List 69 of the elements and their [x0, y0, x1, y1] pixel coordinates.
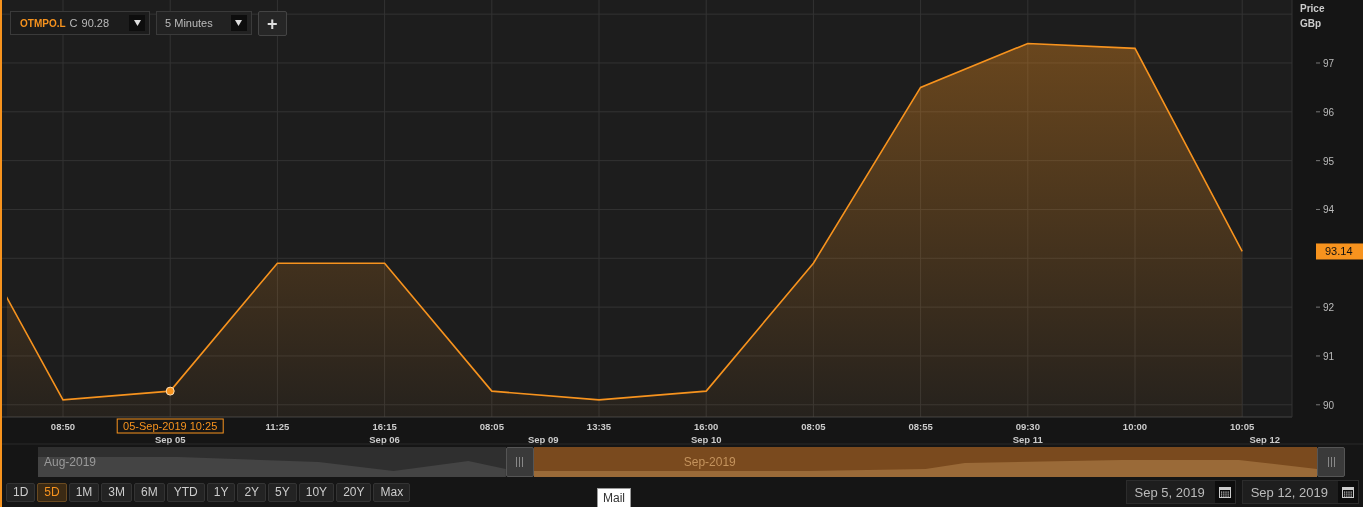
date-label: Sep 05	[154, 434, 186, 445]
date-label: Sep 09	[527, 434, 559, 445]
y-tick-label: 95	[1323, 155, 1335, 167]
date-label: Sep 12	[1249, 434, 1281, 445]
y-tick-label: 94	[1315, 204, 1335, 216]
range-button[interactable]: YTD	[166, 482, 205, 502]
y-tick-label: 97	[1323, 57, 1335, 69]
y-tick-label: 94	[1323, 204, 1335, 216]
range-button[interactable]: Max	[373, 482, 411, 502]
x-tick-label: 10:05	[1230, 421, 1255, 432]
date-label: Sep 06	[369, 434, 400, 445]
last-price-badge: 93.14	[1316, 243, 1363, 260]
month-label: Sep-2019	[682, 455, 736, 469]
range-button[interactable]: 1M	[68, 482, 100, 502]
x-tick-label: 08:05	[801, 421, 826, 432]
start-date-field[interactable]: Sep 5, 2019	[1125, 480, 1236, 504]
y-tick-label: 92	[1315, 302, 1335, 314]
range-handle[interactable]	[505, 447, 534, 477]
range-button[interactable]: 6M	[134, 482, 165, 502]
y-tick-label: 96	[1323, 106, 1335, 118]
crosshair-label: 05-Sep-2019 10:25	[116, 418, 224, 434]
close-label: C	[69, 17, 78, 29]
navigator-period[interactable]: Aug-2019	[38, 447, 506, 477]
x-tick-label: 08:05	[479, 421, 504, 432]
x-tick-label: 13:35	[586, 421, 612, 432]
x-tick-label: 11:25	[265, 421, 290, 432]
date-label: Sep 11	[1012, 434, 1043, 445]
range-button[interactable]: 1D	[6, 482, 36, 502]
y-tick-label: 92	[1323, 302, 1335, 314]
y-tick-label: 97	[1315, 58, 1335, 69]
range-button[interactable]: 10Y	[298, 482, 335, 502]
y-tick-label: 96	[1315, 106, 1335, 118]
y-tick-label: 91	[1323, 350, 1335, 362]
y-tick-label: 90	[1315, 399, 1335, 411]
grip-icon	[1327, 457, 1335, 467]
end-date-field[interactable]: Sep 12, 2019	[1241, 480, 1359, 504]
grip-icon	[516, 457, 524, 467]
month-label: Aug-2019	[43, 455, 97, 469]
range-button[interactable]: 5D	[37, 482, 67, 502]
axis-title: Price	[1300, 3, 1325, 14]
range-button[interactable]: 1Y	[206, 482, 236, 502]
range-button[interactable]: 20Y	[336, 482, 372, 502]
calendar-icon[interactable]	[1218, 486, 1231, 498]
date-label: Sep 10	[690, 434, 722, 445]
x-tick-label: 08:55	[908, 421, 933, 432]
calendar-icon[interactable]	[1342, 486, 1354, 498]
x-tick-label: 09:30	[1015, 421, 1040, 432]
add-button[interactable]: +	[257, 11, 287, 36]
range-handle[interactable]	[1317, 447, 1345, 477]
range-button[interactable]: 5Y	[268, 482, 297, 502]
crosshair-marker	[165, 386, 175, 396]
caret-icon	[230, 15, 247, 31]
axis-unit: GBp	[1300, 18, 1322, 29]
y-tick-label: 91	[1315, 350, 1335, 362]
range-button[interactable]: 3M	[101, 482, 133, 502]
tooltip: Mail	[597, 488, 631, 507]
y-tick-label: 90	[1323, 399, 1335, 411]
caret-icon	[129, 15, 146, 31]
interval-dropdown[interactable]: 5 Minutes	[156, 11, 252, 35]
symbol-dropdown[interactable]: OTMPO.L C 90.28	[10, 11, 151, 35]
x-tick-label: 16:15	[372, 421, 397, 432]
close-value: 90.28	[81, 17, 110, 29]
y-tick-label: 95	[1315, 155, 1335, 167]
annotation: 05-Sep-2019 10:25	[123, 420, 218, 432]
range-button[interactable]: 2Y	[237, 482, 267, 502]
x-tick-label: 10:00	[1122, 421, 1148, 432]
symbol-label: OTMPO.L	[20, 17, 66, 29]
x-tick-label: 08:50	[50, 421, 76, 432]
x-tick-label: 16:00	[694, 421, 719, 432]
